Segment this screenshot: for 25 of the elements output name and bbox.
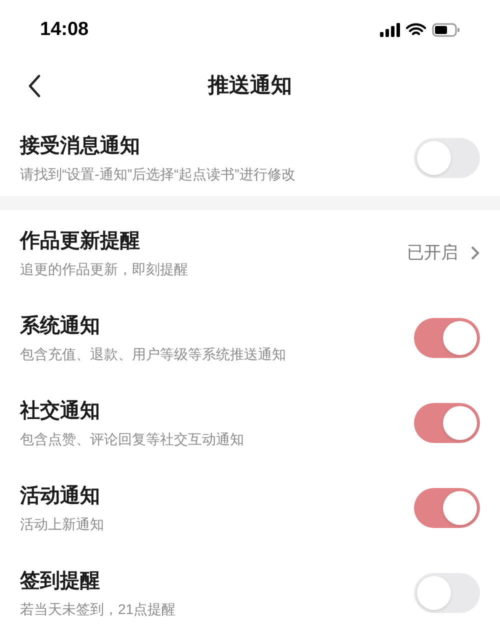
setting-title: 系统通知: [20, 314, 101, 338]
setting-title: 社交通知: [20, 398, 101, 424]
toggle-switch[interactable]: [414, 138, 480, 178]
toggle-switch[interactable]: [414, 488, 480, 528]
toggle-switch[interactable]: [414, 572, 480, 612]
setting-description: 包含点赞、评论回复等社交互动通知: [20, 430, 245, 448]
status-value: 已开启: [407, 242, 458, 264]
toggle-switch[interactable]: [414, 318, 480, 358]
setting-description: 包含充值、退款、用户等级等系统推送通知: [20, 344, 287, 362]
setting-description: 若当天未签到，21点提醒: [20, 600, 177, 618]
setting-title: 接受消息通知: [20, 134, 141, 159]
setting-description: 请找到“设置-通知”后选择“起点读书”进行修改: [20, 165, 296, 183]
signal-icon: [380, 23, 400, 37]
wifi-icon: [406, 23, 426, 37]
setting-title: 作品更新提醒: [20, 228, 141, 254]
back-icon[interactable]: [27, 74, 41, 98]
battery-icon: [432, 23, 460, 37]
toggle-switch[interactable]: [414, 402, 480, 442]
page-title: 推送通知: [208, 73, 292, 100]
setting-title: 活动通知: [20, 484, 101, 508]
setting-title: 签到提醒: [20, 568, 101, 594]
status-time: 14:08: [40, 18, 89, 42]
setting-description: 活动上新通知: [20, 514, 105, 532]
setting-description: 追更的作品更新，即刻提醒: [20, 260, 189, 278]
chevron-right-icon[interactable]: [470, 244, 480, 260]
